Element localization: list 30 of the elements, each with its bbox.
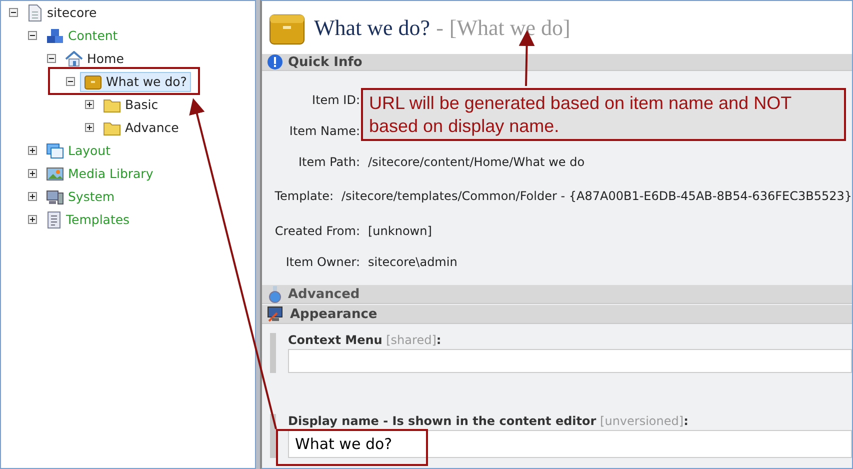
title-separator: - [436,14,444,40]
tree-item[interactable]: System [42,186,119,206]
item-title: What we do? [314,14,430,40]
tree-item[interactable]: Layout [42,140,114,160]
field-value: sitecore\admin [368,254,458,268]
field-label: Item ID: [311,92,361,106]
tree-item[interactable]: Home [61,48,128,68]
field-label: Template: [274,189,335,203]
display-name-label: [What we do] [449,14,570,40]
tree-item[interactable]: What we do? [80,72,191,92]
field-label: Context Menu [shared]: [288,333,442,347]
tree-item[interactable]: Basic [99,94,162,114]
section-header[interactable]: Appearance [262,305,852,324]
tree-item[interactable]: Advance [99,118,183,138]
tree-item[interactable]: Content [42,26,122,46]
field-label: Item Path: [297,154,361,168]
tree-item[interactable]: Media Library [42,164,158,184]
field-label: Created From: [274,224,361,238]
field-value: [unknown] [368,224,432,238]
tree-item[interactable]: Templates [42,208,134,230]
field-value: /sitecore/templates/Common/Folder - {A87A00B1-E6DB-45AB-8B54-636FEC3B5523} [342,189,852,203]
field-value: /sitecore/content/Home/What we do [368,154,585,168]
section-header[interactable]: Advanced [262,285,852,304]
field-label: Item Name: [288,124,361,138]
field-label: Item Owner: [284,254,361,268]
annotation-note: URL will be generated based on item name and NOT based on display name. [361,88,846,141]
section-header[interactable]: Quick Info [262,54,852,71]
tree-item[interactable]: sitecore [23,2,101,24]
text-field[interactable]: What we do? [288,430,852,458]
field-label: Display name - Is shown in the content editor [unversioned]: [288,414,690,428]
